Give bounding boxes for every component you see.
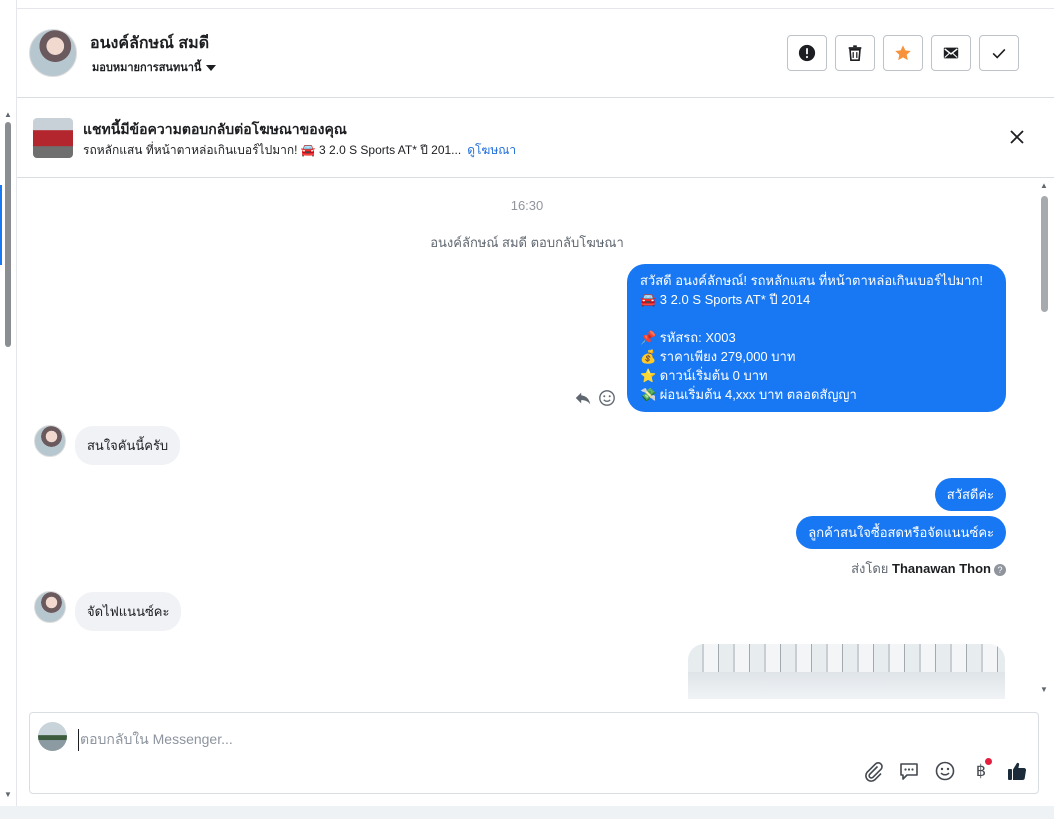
message-line: 📌 รหัสรถ: X003	[640, 330, 736, 345]
follow-up-button[interactable]	[883, 35, 923, 71]
ad-thumbnail[interactable]	[33, 118, 73, 158]
help-icon[interactable]: ?	[994, 563, 1006, 576]
composer-toolbar: ฿	[862, 758, 1028, 782]
mail-icon	[943, 47, 959, 59]
scroll-up-arrow-icon[interactable]: ▲	[4, 110, 12, 119]
attach-icon[interactable]	[862, 760, 884, 782]
react-emoji-icon[interactable]	[598, 389, 616, 407]
incoming-message[interactable]: จัดไฟแนนซ์คะ	[75, 592, 182, 631]
message-thread[interactable]: 16:30 อนงค์ลักษณ์ สมดี ตอบกลับโฆษณา สวัส…	[17, 178, 1037, 699]
outgoing-message[interactable]: ลูกค้าสนใจซื้อสดหรือจัดแนนซ์คะ	[796, 516, 1006, 549]
outgoing-message[interactable]: สวัสดีค่ะ	[934, 478, 1006, 511]
emoji-icon[interactable]	[934, 760, 956, 782]
header-actions	[787, 35, 1019, 71]
reply-input[interactable]: ตอบกลับใน Messenger...	[78, 729, 233, 751]
avatar[interactable]	[34, 591, 66, 623]
image-attachment[interactable]	[688, 644, 1005, 699]
delete-button[interactable]	[835, 35, 875, 71]
page-avatar	[38, 722, 67, 751]
notification-dot	[985, 758, 992, 765]
scrollbar-thumb[interactable]	[1041, 196, 1048, 312]
ad-banner-description: รถหลักแสน ที่หน้าตาหล่อเกินเบอร์ไปมาก! 🚘…	[83, 141, 516, 160]
message-line: 💰 ราคาเพียง 279,000 บาท	[640, 349, 796, 364]
baht-icon[interactable]: ฿	[970, 758, 992, 781]
sender-name: Thanawan Thon	[892, 561, 991, 576]
scrollbar-thumb[interactable]	[5, 122, 11, 347]
incoming-message[interactable]: สนใจคันนี้ครับ	[75, 426, 181, 465]
ad-description-text: รถหลักแสน ที่หน้าตาหล่อเกินเบอร์ไปมาก! 🚘…	[83, 143, 462, 157]
left-scrollbar[interactable]: ▲ ▼	[0, 0, 17, 806]
mark-spam-button[interactable]	[787, 35, 827, 71]
check-icon	[992, 48, 1006, 59]
trash-icon	[848, 45, 862, 62]
reply-icon[interactable]	[574, 389, 592, 407]
assign-label: มอบหมายการสนทนานี้	[92, 62, 202, 74]
mark-done-button[interactable]	[979, 35, 1019, 71]
sent-by-prefix: ส่งโดย	[851, 561, 889, 576]
contact-name[interactable]: อนงค์ลักษณ์ สมดี	[90, 31, 209, 56]
system-note: อนงค์ลักษณ์ สมดี ตอบกลับโฆษณา	[430, 235, 624, 250]
avatar[interactable]	[34, 425, 66, 457]
conversation-header: อนงค์ลักษณ์ สมดี มอบหมายการสนทนานี้	[17, 9, 1054, 98]
reply-composer[interactable]: ตอบกลับใน Messenger... ฿	[29, 712, 1039, 794]
star-icon	[895, 45, 911, 61]
ad-auto-message[interactable]: สวัสดี อนงค์ลักษณ์! รถหลักแสน ที่หน้าตาห…	[627, 264, 1006, 412]
message-line: สวัสดี อนงค์ลักษณ์! รถหลักแสน ที่หน้าตาห…	[640, 273, 983, 288]
ad-reply-banner: แชทนี้มีข้อความตอบกลับต่อโฆษณาของคุณ รถห…	[17, 98, 1054, 178]
message-line: ⭐ ดาวน์เริ่มต้น 0 บาท	[640, 368, 768, 383]
assign-conversation-dropdown[interactable]: มอบหมายการสนทนานี้	[92, 58, 217, 76]
scroll-down-arrow-icon[interactable]: ▼	[4, 790, 12, 799]
alert-icon	[798, 44, 816, 62]
avatar[interactable]	[29, 29, 77, 77]
caret-down-icon	[206, 65, 217, 72]
saved-reply-icon[interactable]	[898, 760, 920, 782]
mark-unread-button[interactable]	[931, 35, 971, 71]
scroll-up-arrow-icon[interactable]: ▲	[1040, 181, 1048, 190]
ad-banner-title: แชทนี้มีข้อความตอบกลับต่อโฆษณาของคุณ	[83, 121, 347, 137]
view-ad-link[interactable]: ดูโฆษณา	[467, 143, 516, 157]
message-actions	[574, 389, 616, 407]
message-line	[640, 309, 993, 328]
image-content	[688, 672, 1005, 699]
selection-indicator	[0, 185, 2, 265]
messenger-window: ▲ ▼ อนงค์ลักษณ์ สมดี มอบหมายการสนทนานี้	[0, 0, 1054, 806]
message-line: 💸 ผ่อนเริ่มต้น 4,xxx บาท ตลอดสัญญา	[640, 387, 857, 402]
thumbs-up-icon[interactable]	[1006, 760, 1028, 782]
scroll-down-arrow-icon[interactable]: ▼	[1040, 685, 1048, 694]
message-line: 🚘 3 2.0 S Sports AT* ปี 2014	[640, 292, 811, 307]
sent-by-label: ส่งโดย Thanawan Thon?	[851, 558, 1006, 579]
timestamp: 16:30	[510, 198, 544, 213]
thread-scrollbar[interactable]: ▲ ▼	[1037, 178, 1054, 699]
close-icon[interactable]	[1008, 128, 1026, 146]
